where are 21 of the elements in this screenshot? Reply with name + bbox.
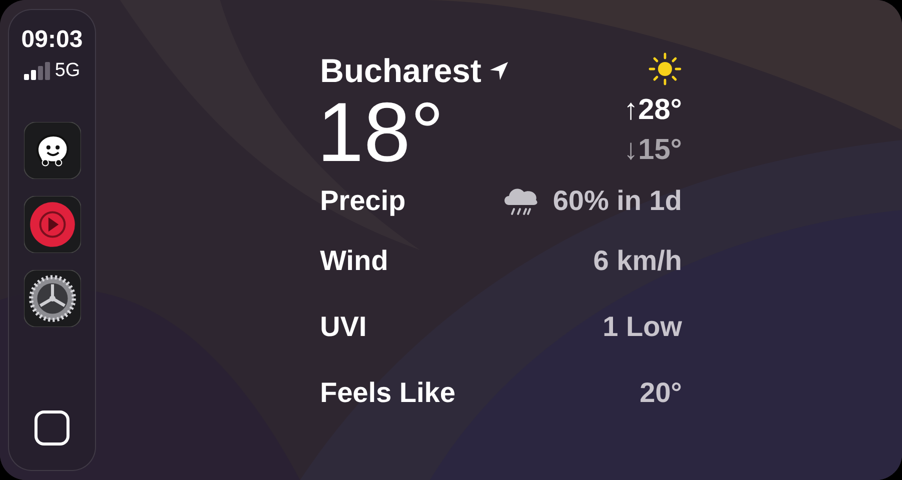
detail-value: 20° bbox=[640, 377, 682, 409]
detail-label: Feels Like bbox=[320, 377, 456, 409]
temperature: 18° bbox=[317, 90, 446, 174]
high-temperature: ↑28° bbox=[624, 93, 682, 128]
play-app-icon[interactable] bbox=[24, 196, 80, 253]
location-arrow-icon bbox=[489, 61, 510, 81]
detail-label: UVI bbox=[320, 311, 367, 343]
sun-icon bbox=[648, 52, 682, 86]
clock: 09:03 bbox=[21, 26, 83, 54]
detail-value: 60% in 1d bbox=[552, 185, 682, 217]
detail-value: 6 km/h bbox=[593, 245, 682, 277]
city-name: Bucharest bbox=[320, 52, 482, 90]
network-label: 5G bbox=[54, 60, 80, 82]
smiley-bubble-app-icon[interactable] bbox=[24, 122, 80, 179]
detail-label: Precip bbox=[320, 185, 406, 217]
app-grid-button[interactable] bbox=[34, 410, 70, 446]
settings-icon[interactable] bbox=[24, 270, 80, 327]
detail-value: 1 Low bbox=[602, 311, 682, 343]
detail-label: Wind bbox=[320, 245, 388, 277]
signal-icon bbox=[24, 62, 50, 80]
low-temperature: ↓15° bbox=[624, 133, 682, 168]
